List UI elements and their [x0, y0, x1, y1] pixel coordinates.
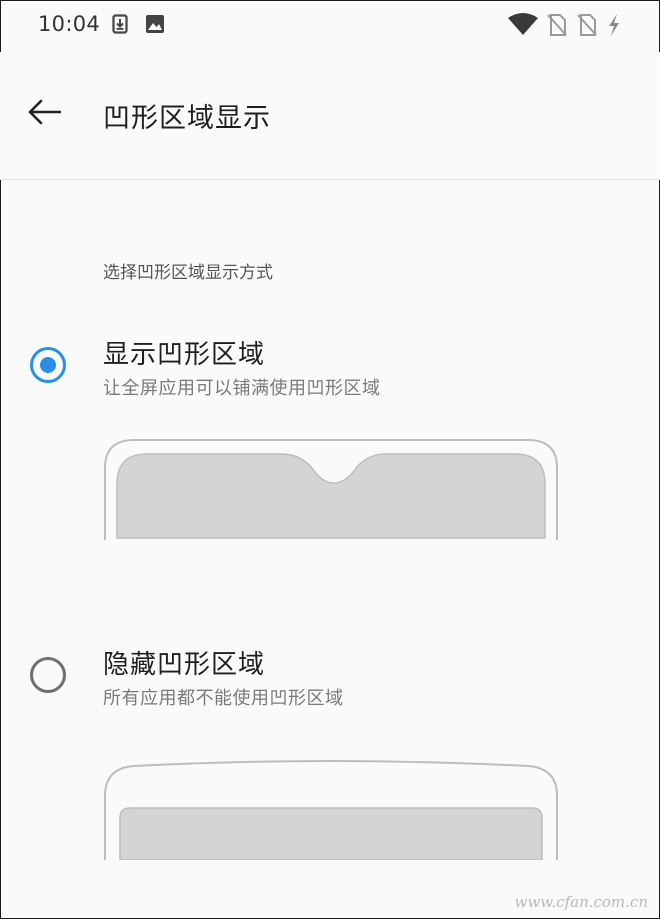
section-label: 选择凹形区域显示方式 [103, 263, 273, 283]
option-hide-notch[interactable]: 隐藏凹形区域 所有应用都不能使用凹形区域 [0, 640, 660, 870]
wifi-icon [507, 12, 539, 40]
page-title: 凹形区域显示 [103, 103, 271, 134]
option-subtitle: 让全屏应用可以铺满使用凹形区域 [103, 378, 381, 399]
no-sim-icon [546, 13, 568, 41]
notch-shown-illustration [104, 438, 558, 544]
charging-icon [606, 13, 622, 41]
watermark: www.cfan.com.cn [514, 893, 648, 911]
option-show-notch[interactable]: 显示凹形区域 让全屏应用可以铺满使用凹形区域 [0, 330, 660, 560]
download-icon [112, 14, 128, 38]
app-bar: 凹形区域显示 [0, 52, 660, 180]
radio-button-unchecked[interactable] [30, 657, 66, 693]
image-icon [145, 14, 165, 38]
arrow-left-icon [27, 99, 62, 129]
status-time: 10:04 [38, 12, 101, 36]
back-button[interactable] [22, 92, 66, 136]
option-title: 隐藏凹形区域 [103, 650, 266, 680]
notch-hidden-illustration [104, 760, 558, 864]
status-bar: 10:04 [0, 0, 660, 52]
no-sim-icon [576, 13, 598, 41]
option-subtitle: 所有应用都不能使用凹形区域 [103, 688, 344, 709]
option-title: 显示凹形区域 [103, 340, 266, 370]
radio-button-checked[interactable] [30, 347, 66, 383]
